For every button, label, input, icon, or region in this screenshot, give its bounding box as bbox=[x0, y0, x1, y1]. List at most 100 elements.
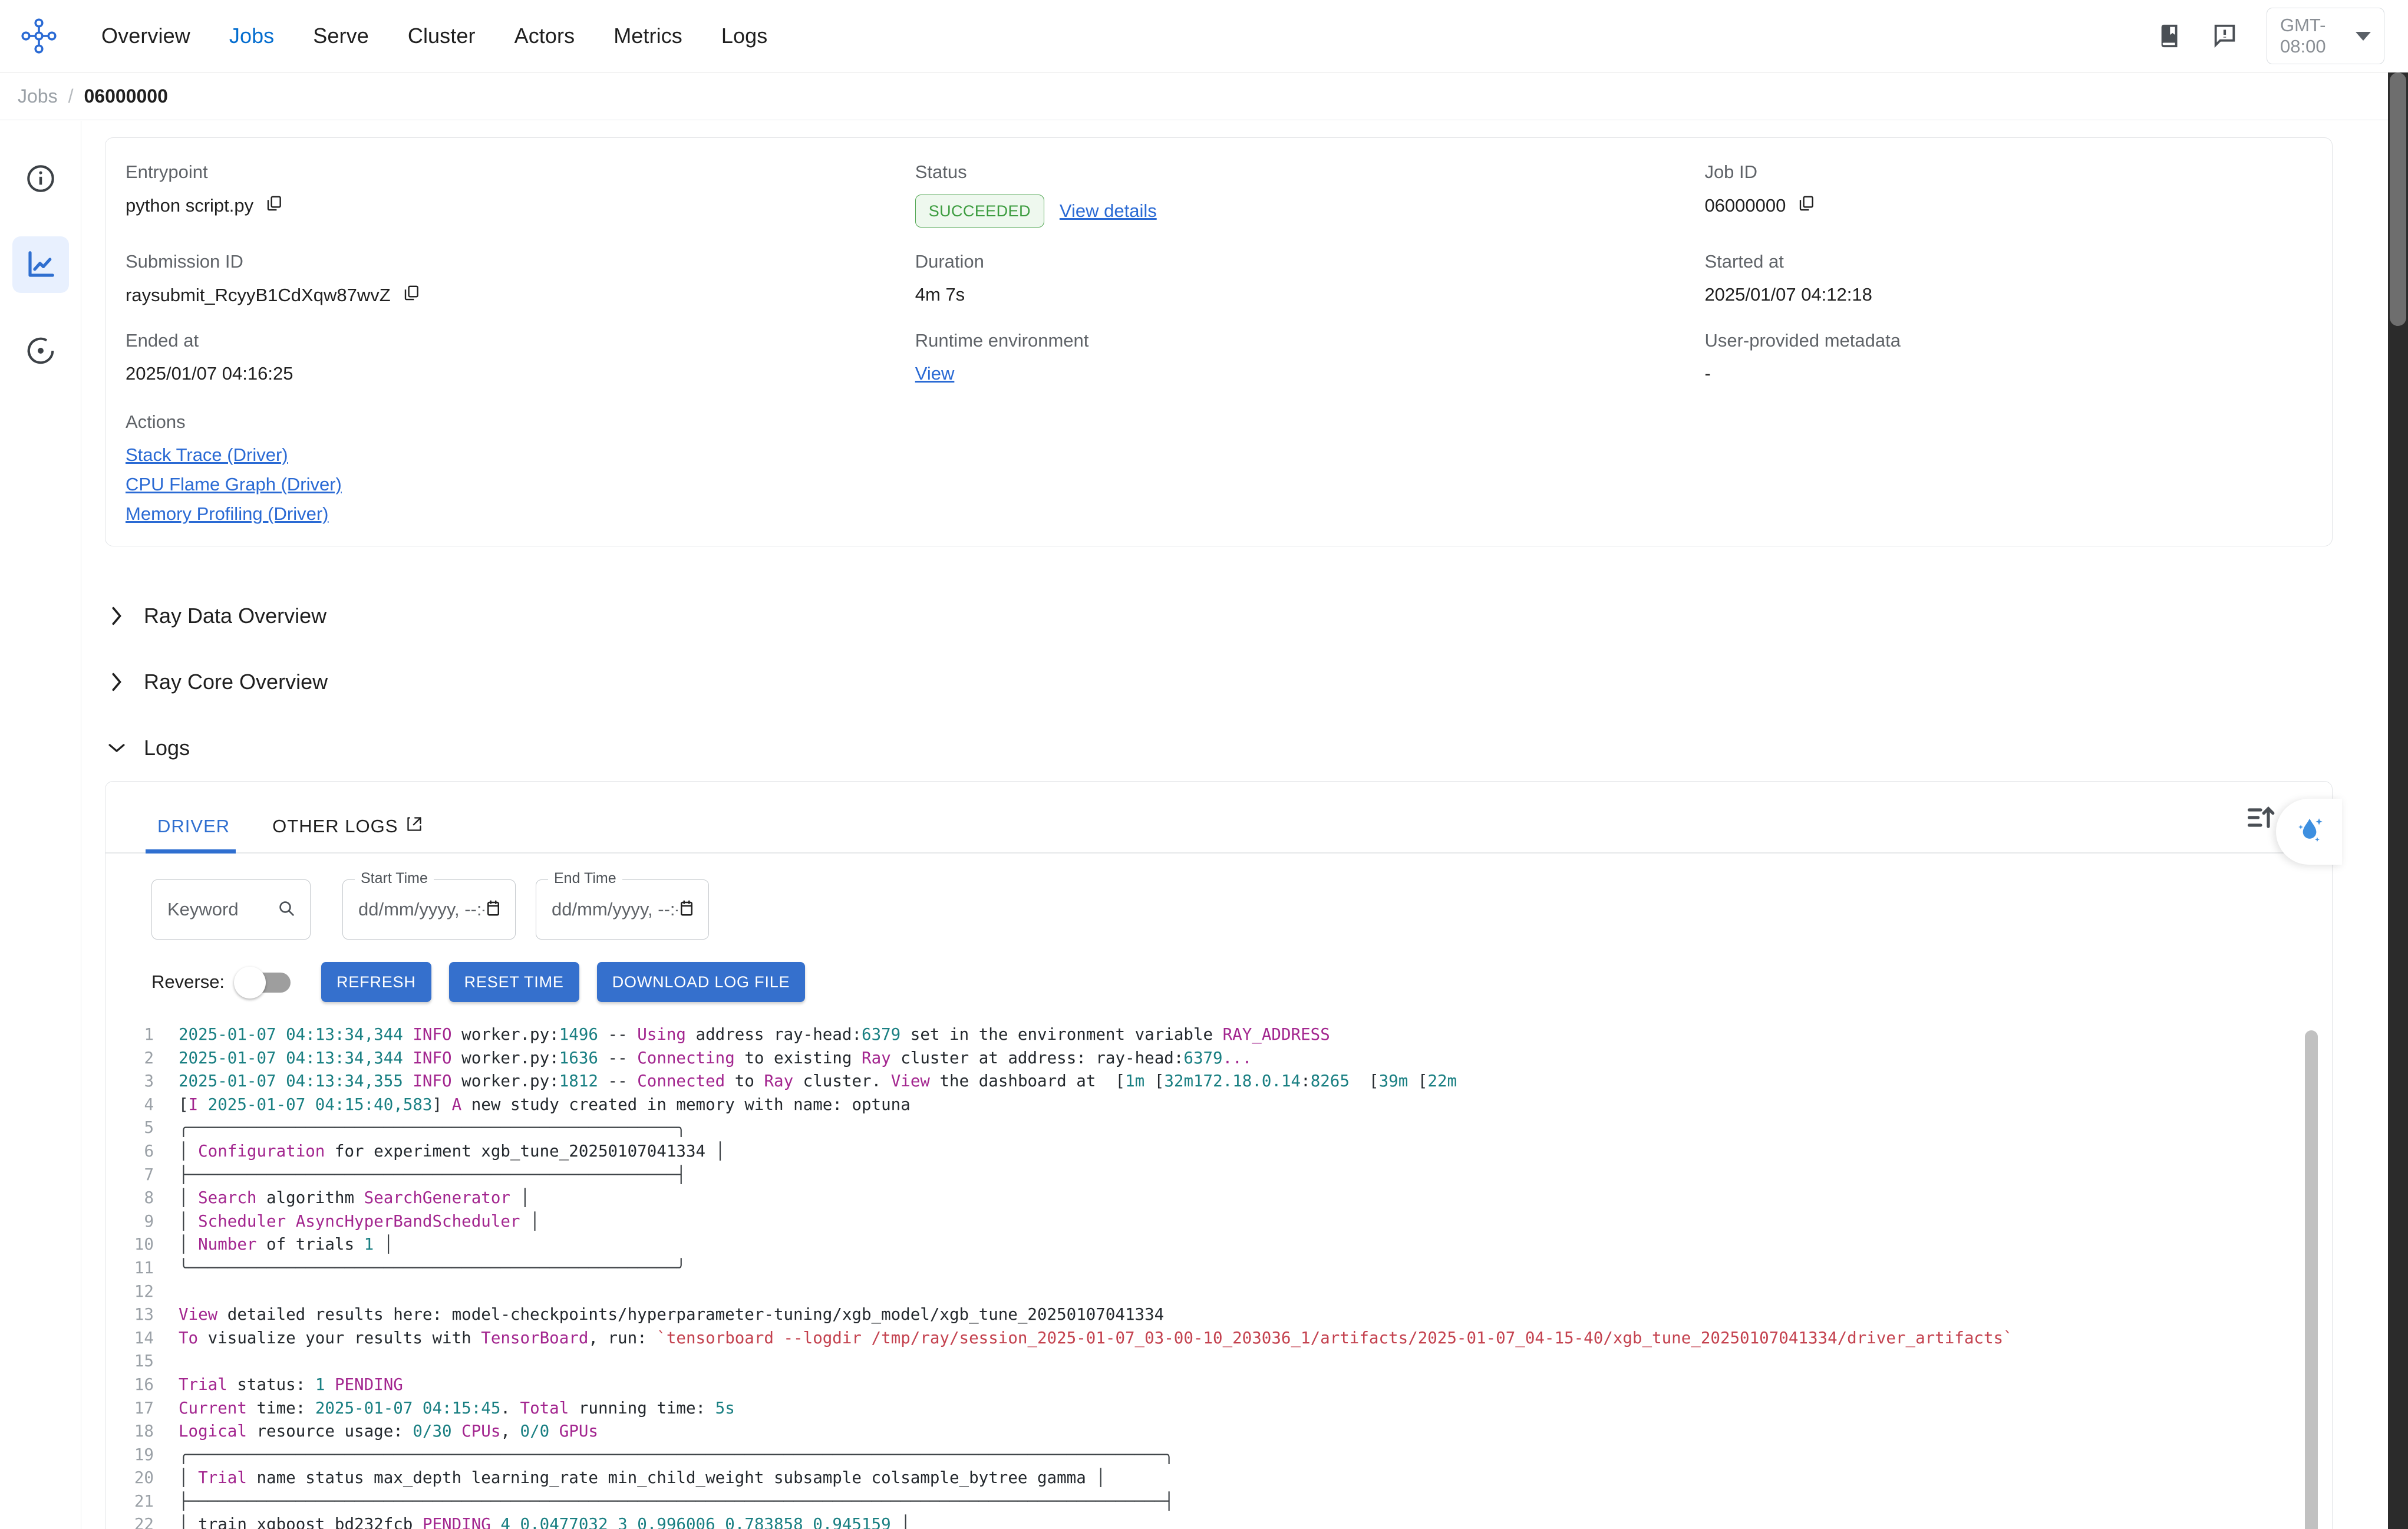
log-line-text: 2025-01-07 04:13:34,344 INFO worker.py:1… bbox=[179, 1048, 1252, 1067]
start-time-field[interactable]: Start Time bbox=[342, 870, 516, 940]
submission-id-value-row: raysubmit_RcyyB1CdXqw87wvZ bbox=[126, 284, 915, 307]
log-line: 5 ╭──────────────────────────────────────… bbox=[105, 1116, 2332, 1140]
page-scrollbar-thumb[interactable] bbox=[2390, 73, 2406, 326]
copy-icon[interactable] bbox=[265, 195, 283, 217]
nav-item-metrics[interactable]: Metrics bbox=[594, 24, 702, 48]
reverse-label: Reverse: bbox=[151, 971, 225, 992]
logs-card: DRIVER OTHER LOGS Keyword Start Time dd/… bbox=[105, 781, 2333, 1529]
view-details-link[interactable]: View details bbox=[1060, 200, 1157, 222]
log-line: 12 bbox=[105, 1280, 2332, 1304]
log-line-text: 2025-01-07 04:13:34,344 INFO worker.py:1… bbox=[179, 1025, 1330, 1044]
job-detail-card: Entrypoint python script.py Status SUCCE… bbox=[105, 137, 2333, 546]
breadcrumb-separator: / bbox=[68, 85, 74, 107]
log-line: 3 2025-01-07 04:13:34,355 INFO worker.py:… bbox=[105, 1070, 2332, 1093]
job-id-value: 06000000 bbox=[1704, 195, 1786, 216]
section-logs[interactable]: Logs bbox=[105, 715, 2333, 781]
log-viewer[interactable]: 1 2025-01-07 04:13:34,344 INFO worker.py:… bbox=[105, 1023, 2332, 1529]
top-navigation-bar: Overview Jobs Serve Cluster Actors Metri… bbox=[0, 0, 2408, 73]
action-stack-trace-driver[interactable]: Stack Trace (Driver) bbox=[126, 444, 2312, 466]
log-line: 8 │ Search algorithm SearchGenerator │ bbox=[105, 1187, 2332, 1210]
runtime-env-label: Runtime environment bbox=[915, 330, 1089, 351]
log-line-number: 19 bbox=[134, 1445, 154, 1464]
section-ray-core-overview[interactable]: Ray Core Overview bbox=[105, 649, 2333, 715]
refresh-button[interactable]: REFRESH bbox=[321, 962, 431, 1002]
log-scrollbar-thumb[interactable] bbox=[2305, 1030, 2318, 1529]
runtime-env-view-link[interactable]: View bbox=[915, 363, 955, 384]
calendar-icon[interactable] bbox=[486, 899, 501, 920]
log-line-text: │ Configuration for experiment xgb_tune_… bbox=[179, 1141, 725, 1161]
log-line-text: │ Search algorithm SearchGenerator │ bbox=[179, 1188, 530, 1208]
end-time-input[interactable] bbox=[550, 898, 679, 921]
nav-item-logs[interactable]: Logs bbox=[702, 24, 787, 48]
log-line-text: │ Number of trials 1 │ bbox=[179, 1235, 394, 1254]
section-title: Ray Data Overview bbox=[144, 604, 327, 628]
nav-item-serve[interactable]: Serve bbox=[293, 24, 388, 48]
breadcrumb-jobs-link[interactable]: Jobs bbox=[18, 85, 58, 107]
reverse-toggle[interactable] bbox=[234, 965, 293, 999]
logs-filters: Start Time End Time bbox=[105, 854, 2332, 940]
status-badge: SUCCEEDED bbox=[915, 195, 1044, 228]
search-icon[interactable] bbox=[277, 899, 296, 921]
log-line-text: 2025-01-07 04:13:34,355 INFO worker.py:1… bbox=[179, 1072, 1457, 1091]
tab-driver-label: DRIVER bbox=[157, 816, 230, 836]
job-id-label: Job ID bbox=[1704, 162, 1758, 182]
action-cpu-flame-graph-driver[interactable]: CPU Flame Graph (Driver) bbox=[126, 474, 2312, 495]
log-line: 1 2025-01-07 04:13:34,344 INFO worker.py:… bbox=[105, 1023, 2332, 1047]
timezone-select[interactable]: GMT-08:00 bbox=[2267, 8, 2384, 64]
copy-icon[interactable] bbox=[403, 284, 420, 307]
rail-item-metrics[interactable] bbox=[12, 236, 69, 293]
section-title: Logs bbox=[144, 736, 190, 760]
copy-icon[interactable] bbox=[1797, 195, 1815, 217]
end-time-field[interactable]: End Time bbox=[536, 870, 709, 940]
download-log-file-button[interactable]: DOWNLOAD LOG FILE bbox=[596, 962, 806, 1002]
nav-item-overview[interactable]: Overview bbox=[82, 24, 210, 48]
nav-item-cluster[interactable]: Cluster bbox=[388, 24, 495, 48]
field-ended-at: Ended at 2025/01/07 04:16:25 bbox=[126, 330, 915, 384]
log-line-number: 8 bbox=[144, 1188, 154, 1208]
actions-label: Actions bbox=[126, 411, 186, 432]
log-line-text: View detailed results here: model-checkp… bbox=[179, 1305, 1165, 1324]
log-line-text: Current time: 2025-01-07 04:15:45. Total… bbox=[179, 1398, 735, 1418]
section-ray-data-overview[interactable]: Ray Data Overview bbox=[105, 583, 2333, 649]
start-time-input[interactable] bbox=[357, 898, 486, 921]
sort-ascending-icon[interactable] bbox=[2245, 802, 2276, 836]
keyword-field[interactable] bbox=[151, 879, 311, 940]
log-line-number: 15 bbox=[134, 1352, 154, 1371]
log-line: 11 ╰─────────────────────────────────────… bbox=[105, 1257, 2332, 1280]
log-line-number: 1 bbox=[144, 1025, 154, 1044]
log-line-number: 3 bbox=[144, 1072, 154, 1091]
job-id-value-row: 06000000 bbox=[1704, 195, 2312, 217]
logs-panel: DRIVER OTHER LOGS Keyword Start Time dd/… bbox=[105, 781, 2342, 1529]
rail-item-target[interactable] bbox=[12, 322, 69, 379]
log-line: 16 Trial status: 1 PENDING bbox=[105, 1373, 2332, 1397]
log-line: 13 View detailed results here: model-chec… bbox=[105, 1303, 2332, 1327]
log-line-number: 14 bbox=[134, 1328, 154, 1347]
log-line-number: 18 bbox=[134, 1422, 154, 1441]
reset-time-button[interactable]: RESET TIME bbox=[448, 962, 579, 1002]
entrypoint-value: python script.py bbox=[126, 195, 254, 216]
submission-id-value: raysubmit_RcyyB1CdXqw87wvZ bbox=[126, 285, 391, 305]
ray-logo[interactable] bbox=[19, 17, 58, 55]
tab-other-logs[interactable]: OTHER LOGS bbox=[266, 816, 428, 852]
log-line-number: 5 bbox=[144, 1118, 154, 1138]
action-memory-profiling-driver[interactable]: Memory Profiling (Driver) bbox=[126, 503, 2312, 525]
book-bookmark-icon[interactable] bbox=[2152, 18, 2189, 54]
ended-at-label: Ended at bbox=[126, 330, 199, 351]
log-line-number: 4 bbox=[144, 1095, 154, 1114]
calendar-icon[interactable] bbox=[679, 899, 694, 920]
search-input[interactable] bbox=[166, 898, 277, 921]
log-scrollbar[interactable] bbox=[2305, 1030, 2318, 1529]
nav-item-actors[interactable]: Actors bbox=[495, 24, 595, 48]
log-line-number: 10 bbox=[134, 1235, 154, 1254]
water-drop-sparkle-icon[interactable] bbox=[2276, 799, 2342, 865]
rail-item-info[interactable] bbox=[12, 150, 69, 207]
log-line: 21 ├─────────────────────────────────────… bbox=[105, 1490, 2332, 1514]
tab-driver[interactable]: DRIVER bbox=[145, 816, 236, 854]
field-entrypoint: Entrypoint python script.py bbox=[126, 162, 915, 228]
nav-item-jobs[interactable]: Jobs bbox=[210, 24, 293, 48]
nav-items: Overview Jobs Serve Cluster Actors Metri… bbox=[82, 24, 787, 48]
log-line-number: 20 bbox=[134, 1468, 154, 1488]
page-scrollbar[interactable] bbox=[2388, 73, 2408, 1529]
feedback-icon[interactable] bbox=[2206, 18, 2243, 54]
external-link-icon bbox=[406, 816, 423, 837]
